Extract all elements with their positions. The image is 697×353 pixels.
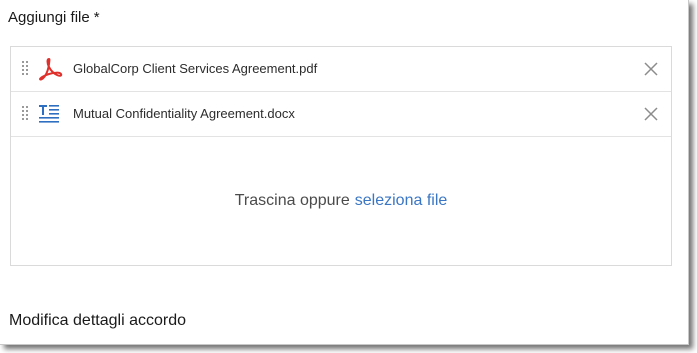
add-files-title: Aggiungi file * (8, 9, 100, 26)
file-name: GlobalCorp Client Services Agreement.pdf (73, 61, 318, 76)
files-box: GlobalCorp Client Services Agreement.pdf (10, 46, 672, 266)
file-name: Mutual Confidentiality Agreement.docx (73, 106, 295, 121)
remove-file-icon[interactable] (643, 61, 659, 77)
drop-zone-prompt: Trascina oppure (234, 192, 350, 209)
select-files-link[interactable]: seleziona file (355, 192, 448, 210)
file-drop-zone[interactable]: Trascina oppure seleziona file (11, 137, 671, 265)
document-text-icon (37, 102, 63, 126)
drag-handle-icon[interactable] (21, 60, 29, 78)
file-row: GlobalCorp Client Services Agreement.pdf (11, 47, 671, 92)
drag-handle-icon[interactable] (21, 105, 29, 123)
pdf-icon (37, 57, 63, 81)
agreement-details-title: Modifica dettagli accordo (9, 312, 186, 329)
remove-file-icon[interactable] (643, 106, 659, 122)
file-row: Mutual Confidentiality Agreement.docx (11, 92, 671, 137)
required-marker: * (93, 9, 100, 26)
panel: Aggiungi file * GlobalCorp Client Servic… (0, 0, 689, 345)
